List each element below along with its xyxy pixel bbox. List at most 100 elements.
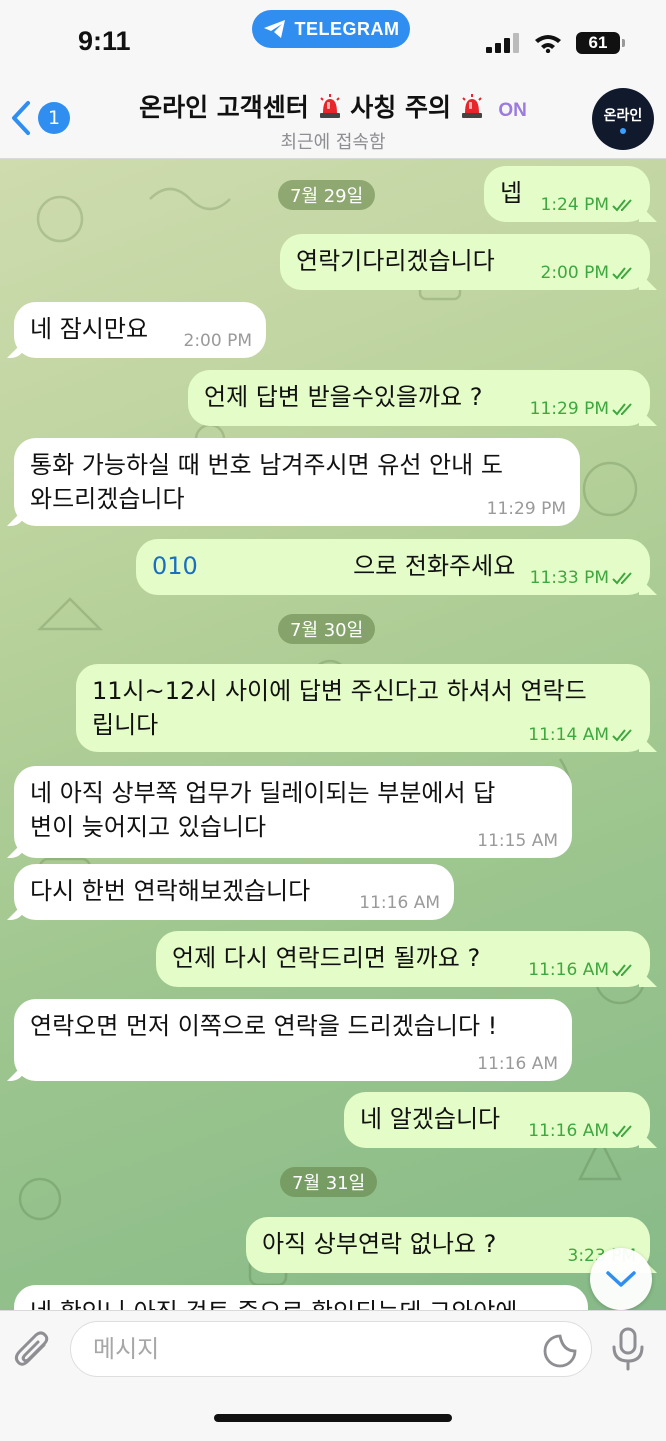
message-text: 다시 한번 연락해보겠습니다 xyxy=(30,877,311,905)
telegram-pill-label: TELEGRAM xyxy=(294,18,400,39)
double-check-icon xyxy=(612,267,632,280)
status-time: 9:11 xyxy=(78,26,131,56)
chevron-left-icon xyxy=(12,101,30,135)
message-time: 2:00 PM xyxy=(540,263,610,283)
chat-title-area[interactable]: 온라인 고객센터 사칭 주의 ON 최근에 접속함 xyxy=(100,88,566,154)
message-time: 11:29 PM xyxy=(486,499,566,519)
status-icons: 61 xyxy=(486,32,625,54)
message-meta: 11:14 AM xyxy=(528,726,636,744)
message-meta: 2:00 PM xyxy=(541,264,637,282)
message-time: 11:33 PM xyxy=(529,568,609,588)
double-check-icon xyxy=(612,729,632,742)
message-bubble-incoming[interactable]: 네 아직 상부쪽 업무가 딜레이되는 부분에서 답 변이 늦어지고 있습니다 1… xyxy=(14,766,572,858)
message-meta: 11:29 PM xyxy=(530,400,636,418)
battery-indicator: 61 xyxy=(576,32,625,54)
message-meta: 11:16 AM xyxy=(528,1122,636,1140)
microphone-icon xyxy=(612,1327,644,1371)
message-meta: 11:16 AM xyxy=(359,894,440,912)
attach-button[interactable] xyxy=(14,1331,54,1377)
chat-title: 온라인 고객센터 사칭 주의 ON xyxy=(100,88,566,124)
message-bubble-outgoing[interactable]: 11시~12시 사이에 답변 주신다고 하셔서 연락드 립니다 11:14 AM xyxy=(76,664,650,752)
message-bubble-outgoing[interactable]: 언제 답변 받을수있을까요 ? 11:29 PM xyxy=(188,370,650,426)
message-time: 11:16 AM xyxy=(359,893,440,913)
wifi-icon xyxy=(535,35,561,53)
message-text: 네 잠시만요 xyxy=(30,315,149,343)
telegram-icon xyxy=(263,20,285,38)
unread-count-badge: 1 xyxy=(38,102,70,134)
message-time: 11:16 AM xyxy=(477,1054,558,1074)
siren-icon xyxy=(319,94,340,118)
double-check-icon xyxy=(612,572,632,585)
message-bubble-incoming[interactable]: 다시 한번 연락해보겠습니다 11:16 AM xyxy=(14,864,454,920)
message-time: 11:16 AM xyxy=(528,960,609,980)
message-input[interactable] xyxy=(91,1334,525,1364)
message-text: 언제 다시 연락드리면 될까요 ? xyxy=(172,944,481,972)
message-bubble-outgoing[interactable]: 010 으로 전화주세요 11:33 PM xyxy=(136,539,650,595)
sticker-icon xyxy=(543,1334,577,1368)
message-input-wrapper[interactable] xyxy=(70,1321,592,1377)
message-time: 11:16 AM xyxy=(528,1121,609,1141)
message-meta: 11:16 AM xyxy=(528,961,636,979)
message-bubble-incoming[interactable]: 연락오면 먼저 이쪽으로 연락을 드리겠습니다 ! 11:16 AM xyxy=(14,999,572,1081)
date-separator: 7월 29일 xyxy=(278,180,376,210)
double-check-icon xyxy=(612,964,632,977)
message-text: 으로 전화주세요 xyxy=(353,552,516,580)
message-meta: 1:24 PM xyxy=(541,196,637,214)
message-text: 네 알겠습니다 xyxy=(360,1105,501,1133)
message-text-line: 11시~12시 사이에 답변 주신다고 하셔서 연락드 xyxy=(92,677,587,705)
double-check-icon xyxy=(612,199,632,212)
chat-header: 1 온라인 고객센터 사칭 주의 ON 최근에 접속함 온라인 xyxy=(0,80,666,159)
message-time: 11:14 AM xyxy=(528,725,609,745)
date-separator: 7월 30일 xyxy=(278,614,376,644)
home-indicator xyxy=(214,1414,452,1422)
sticker-button[interactable] xyxy=(543,1334,577,1372)
chat-area[interactable]: 7월 29일 넵 1:24 PM 연락기다리겠습니다 2:00 PM 네 잠시만… xyxy=(0,159,666,1310)
double-check-icon xyxy=(612,1125,632,1138)
message-bubble-outgoing[interactable]: 네 알겠습니다 11:16 AM xyxy=(344,1092,650,1148)
message-text: 아직 상부연락 없나요 ? xyxy=(262,1230,497,1258)
message-bubble-outgoing[interactable]: 연락기다리겠습니다 2:00 PM xyxy=(280,234,650,290)
status-bar: 9:11 TELEGRAM 61 xyxy=(0,0,666,80)
message-time: 11:15 AM xyxy=(477,831,558,851)
chat-title-warning: 사칭 주의 xyxy=(350,93,451,122)
message-bubble-incoming[interactable]: 네 잠시만요 2:00 PM xyxy=(14,302,266,358)
signal-icon xyxy=(486,33,519,53)
message-text: 넵 xyxy=(500,179,523,207)
chevron-down-icon xyxy=(606,1271,636,1287)
message-meta: 2:00 PM xyxy=(184,332,253,350)
message-meta: 11:15 AM xyxy=(477,832,558,850)
message-bubble-incoming[interactable]: 통화 가능하실 때 번호 남겨주시면 유선 안내 도 와드리겠습니다 11:29… xyxy=(14,438,580,526)
chat-title-name: 온라인 고객센터 xyxy=(139,93,309,122)
message-meta: 11:33 PM xyxy=(530,569,636,587)
message-text: 언제 답변 받을수있을까요 ? xyxy=(204,383,483,411)
message-time: 1:24 PM xyxy=(540,195,610,215)
scroll-to-bottom-button[interactable] xyxy=(590,1248,652,1310)
message-text: 연락기다리겠습니다 xyxy=(296,247,495,275)
message-text: 연락오면 먼저 이쪽으로 연락을 드리겠습니다 ! xyxy=(30,1012,498,1040)
message-bubble-incoming[interactable]: 네 확인니 아직 검토 중으로 확인되는데 그와야에 xyxy=(14,1285,588,1310)
message-time: 11:29 PM xyxy=(529,399,609,419)
message-meta: 11:29 PM xyxy=(487,500,566,518)
message-text-line: 와드리겠습니다 xyxy=(30,485,185,513)
avatar[interactable]: 온라인 xyxy=(592,88,654,150)
message-bubble-outgoing[interactable]: 아직 상부연락 없나요 ? 3:23 PM xyxy=(246,1217,650,1273)
last-seen-status: 최근에 접속함 xyxy=(280,132,386,153)
double-check-icon xyxy=(612,403,632,416)
message-text-line: 통화 가능하실 때 번호 남겨주시면 유선 안내 도 xyxy=(30,451,503,479)
avatar-dot xyxy=(620,127,626,134)
phone-number-link[interactable]: 010 xyxy=(152,552,198,580)
paperclip-icon xyxy=(14,1331,49,1366)
back-button[interactable]: 1 xyxy=(10,100,70,136)
message-bubble-outgoing[interactable]: 넵 1:24 PM xyxy=(484,166,650,222)
on-badge: ON xyxy=(498,100,527,121)
avatar-label: 온라인 xyxy=(603,107,643,124)
message-meta: 11:16 AM xyxy=(477,1055,558,1073)
message-text: 네 확인니 아직 검토 중으로 확인되는데 그와야에 xyxy=(30,1298,517,1310)
siren-icon xyxy=(461,94,482,118)
telegram-pill[interactable]: TELEGRAM xyxy=(252,10,410,48)
message-bubble-outgoing[interactable]: 언제 다시 연락드리면 될까요 ? 11:16 AM xyxy=(156,931,650,987)
voice-message-button[interactable] xyxy=(606,1327,650,1375)
message-time: 2:00 PM xyxy=(183,331,253,351)
message-text-line: 네 아직 상부쪽 업무가 딜레이되는 부분에서 답 xyxy=(30,779,496,807)
date-separator: 7월 31일 xyxy=(280,1167,378,1197)
